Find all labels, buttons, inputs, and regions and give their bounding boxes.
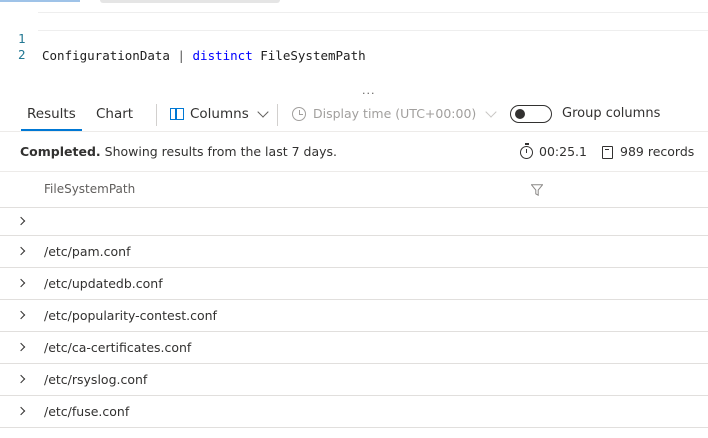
- tab-results[interactable]: Results: [21, 98, 82, 131]
- token-keyword: distinct: [192, 48, 253, 63]
- table-row[interactable]: /etc/ca-certificates.conf: [0, 331, 708, 363]
- table-row[interactable]: [0, 207, 708, 235]
- pane-splitter-handle[interactable]: ...: [362, 84, 376, 97]
- columns-button[interactable]: Columns: [170, 98, 269, 130]
- chevron-right-icon[interactable]: [18, 236, 28, 267]
- table-row[interactable]: /etc/rsyslog.conf: [0, 363, 708, 395]
- top-strip: [0, 0, 708, 4]
- display-time-dropdown[interactable]: Display time (UTC+00:00): [292, 98, 497, 130]
- table-end-rule: [0, 427, 708, 428]
- chevron-right-icon[interactable]: [18, 396, 28, 427]
- query-editor[interactable]: 1 ConfigurationData | distinct FileSyste…: [0, 8, 708, 86]
- cell-filesystempath: /etc/pam.conf: [44, 244, 131, 259]
- query-tab-indicator: [0, 0, 80, 2]
- cell-filesystempath: /etc/updatedb.conf: [44, 276, 163, 291]
- table-row[interactable]: /etc/fuse.conf: [0, 395, 708, 427]
- code-text[interactable]: ConfigurationData | distinct FileSystemP…: [42, 47, 366, 64]
- table-row[interactable]: /etc/popularity-contest.conf: [0, 299, 708, 331]
- cell-filesystempath: /etc/fuse.conf: [44, 404, 130, 419]
- tab-chart[interactable]: Chart: [96, 98, 133, 130]
- column-header-filesystempath[interactable]: FileSystemPath: [44, 172, 135, 207]
- results-table-body: /etc/pam.conf /etc/updatedb.conf /etc/po…: [0, 207, 708, 428]
- clock-icon: [292, 107, 306, 121]
- token-table: ConfigurationData: [42, 48, 170, 63]
- group-columns-label: Group columns: [562, 106, 661, 121]
- chevron-right-icon[interactable]: [18, 208, 28, 235]
- records-icon: [602, 145, 613, 159]
- status-bar: Completed. Showing results from the last…: [0, 140, 708, 164]
- query-tab-strip: [100, 0, 280, 3]
- status-completed: Completed.: [20, 144, 101, 159]
- display-time-label: Display time (UTC+00:00): [313, 106, 477, 121]
- chevron-down-icon: [257, 106, 269, 118]
- group-columns-toggle[interactable]: [510, 105, 552, 123]
- table-row[interactable]: /etc/pam.conf: [0, 235, 708, 267]
- chevron-down-icon: [485, 106, 497, 118]
- record-count: 989 records: [602, 140, 694, 164]
- stopwatch-icon: [520, 142, 533, 159]
- chevron-right-icon[interactable]: [18, 364, 28, 395]
- current-line-highlight: [38, 12, 708, 31]
- results-toolbar: Results Chart Columns Display time (UTC+…: [0, 98, 708, 132]
- table-header: FileSystemPath: [0, 172, 708, 207]
- line-number: 2: [18, 47, 26, 62]
- cell-filesystempath: /etc/popularity-contest.conf: [44, 308, 217, 323]
- token-column: FileSystemPath: [252, 48, 366, 63]
- editor-line-1[interactable]: 1 ConfigurationData | distinct FileSyste…: [0, 13, 366, 63]
- chevron-right-icon[interactable]: [18, 300, 28, 331]
- columns-icon: [170, 108, 184, 120]
- editor-line-2[interactable]: 2: [0, 29, 30, 62]
- toolbar-divider: [277, 104, 278, 126]
- query-duration: 00:25.1: [520, 140, 587, 164]
- status-text: Showing results from the last 7 days.: [100, 144, 337, 159]
- records-value: 989 records: [620, 144, 695, 159]
- chevron-right-icon[interactable]: [18, 268, 28, 299]
- token-pipe: |: [169, 48, 193, 63]
- duration-value: 00:25.1: [539, 144, 587, 159]
- cell-filesystempath: /etc/ca-certificates.conf: [44, 340, 192, 355]
- cell-filesystempath: /etc/rsyslog.conf: [44, 372, 148, 387]
- status-message: Completed. Showing results from the last…: [20, 140, 337, 164]
- tabs-divider: [0, 131, 708, 132]
- toolbar-divider: [156, 104, 157, 126]
- table-row[interactable]: /etc/updatedb.conf: [0, 267, 708, 299]
- chevron-right-icon[interactable]: [18, 332, 28, 363]
- columns-label: Columns: [190, 106, 249, 122]
